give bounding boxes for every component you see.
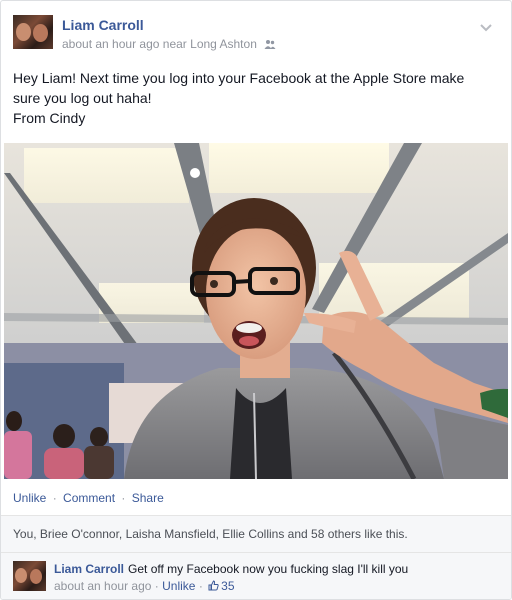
comment-body: Liam Carroll Get off my Facebook now you … (54, 562, 408, 576)
share-button[interactable]: Share (132, 491, 164, 505)
commenter-avatar[interactable] (13, 561, 46, 591)
post-header: Liam Carroll about an hour ago near Long… (13, 15, 499, 55)
post-message-line: sure you log out haha! (13, 90, 152, 106)
comment: Liam Carroll Get off my Facebook now you … (1, 552, 511, 599)
post-meta: about an hour ago near Long Ashton (62, 37, 276, 51)
author-avatar[interactable] (13, 15, 53, 49)
comment-author[interactable]: Liam Carroll (54, 562, 124, 576)
separator: · (121, 491, 126, 505)
separator: · (198, 579, 203, 593)
comment-text: Get off my Facebook now you fucking slag… (128, 562, 409, 576)
separator: · (52, 491, 57, 505)
likes-summary: You, Briee O'connor, Laisha Mansfield, E… (1, 515, 511, 552)
comment-button[interactable]: Comment (63, 491, 115, 505)
likes-text[interactable]: You, Briee O'connor, Laisha Mansfield, E… (13, 527, 408, 541)
chevron-down-icon[interactable] (479, 23, 493, 33)
feed-post: Liam Carroll about an hour ago near Long… (0, 0, 512, 600)
post-message-line: Hey Liam! Next time you log into your Fa… (13, 70, 465, 86)
post-author-name[interactable]: Liam Carroll (62, 17, 144, 33)
post-photo[interactable] (4, 143, 508, 479)
separator: · (154, 579, 159, 593)
post-message-line: From Cindy (13, 110, 86, 126)
comment-meta: about an hour ago · Unlike · 35 (54, 579, 235, 593)
near-label: near (162, 37, 187, 51)
comment-like-count[interactable]: 35 (221, 579, 234, 593)
unlike-button[interactable]: Unlike (13, 491, 46, 505)
comment-unlike-button[interactable]: Unlike (162, 579, 195, 593)
post-timestamp[interactable]: about an hour ago (62, 37, 159, 51)
post-location[interactable]: Long Ashton (190, 37, 257, 51)
friends-icon[interactable] (264, 39, 276, 49)
post-message: Hey Liam! Next time you log into your Fa… (13, 68, 497, 128)
post-actions: Unlike · Comment · Share (13, 491, 164, 505)
comment-timestamp[interactable]: about an hour ago (54, 579, 151, 593)
thumbs-up-icon (208, 580, 219, 591)
